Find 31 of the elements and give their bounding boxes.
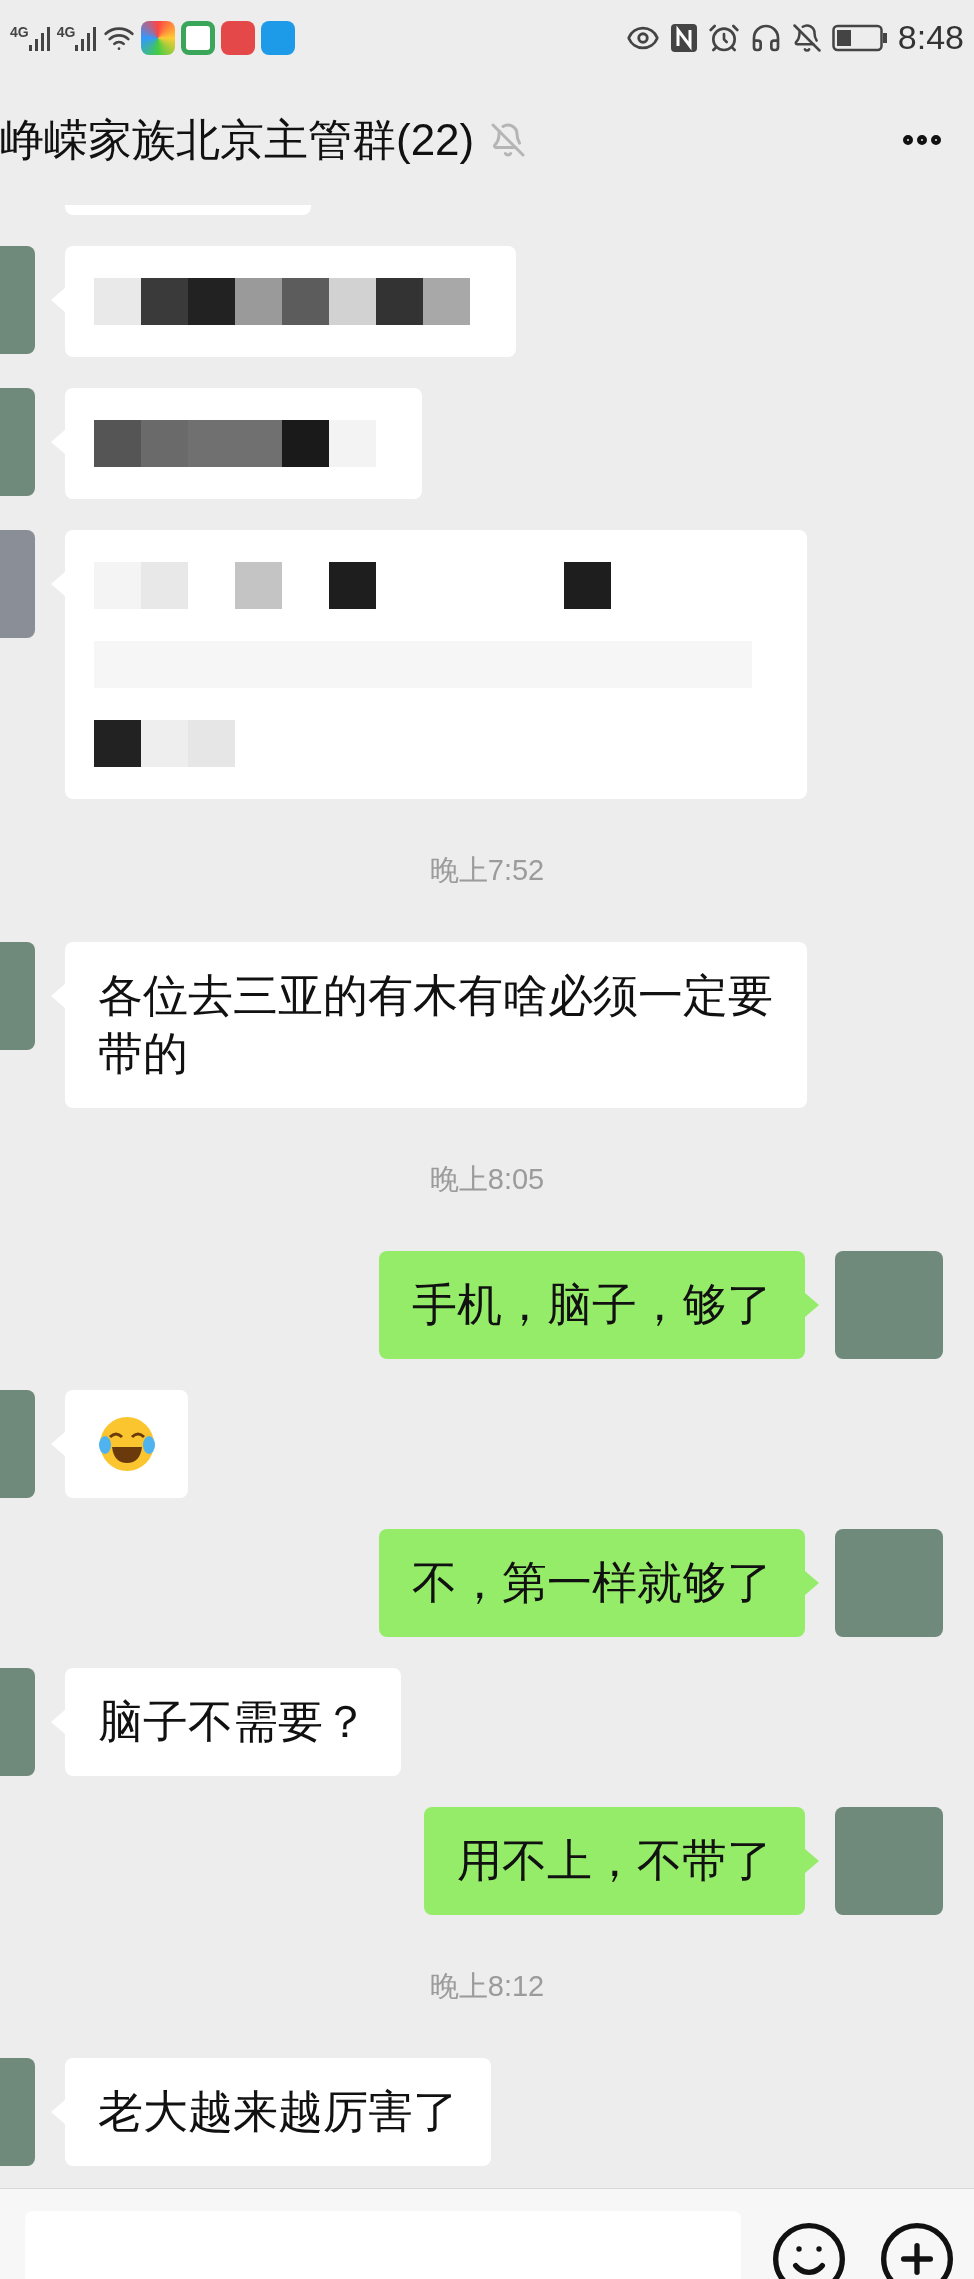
- bell-off-icon: [791, 22, 822, 53]
- bubble-tail: [805, 1849, 819, 1873]
- message-bubble[interactable]: 老大越来越厉害了: [65, 2058, 491, 2166]
- redacted-message-bubble[interactable]: [65, 246, 516, 357]
- timestamp: 晚上8:12: [429, 1968, 545, 2004]
- timestamp: 晚上8:05: [429, 1161, 545, 1197]
- bubble-tail: [805, 1571, 819, 1595]
- chat-title: 峥嵘家族北京主管群(22): [0, 114, 475, 166]
- laughing-emoji-icon: [97, 1415, 156, 1473]
- message-bubble[interactable]: 各位去三亚的有木有啥必须一定要带的: [65, 942, 807, 1108]
- network-type: 4G: [56, 24, 76, 39]
- message-bubble[interactable]: 不，第一样就够了: [379, 1529, 805, 1637]
- message-bubble[interactable]: 手机，脑子，够了: [379, 1251, 805, 1359]
- signal-icon: [75, 24, 98, 51]
- timestamp: 晚上7:52: [429, 852, 545, 888]
- battery-icon: [831, 23, 888, 52]
- avatar-photo[interactable]: [835, 1251, 943, 1359]
- nfc-icon: [669, 22, 698, 53]
- redacted-message-bubble[interactable]: [65, 530, 807, 799]
- app-icon: [181, 20, 216, 55]
- message-bubble[interactable]: 脑子不需要？: [65, 1668, 401, 1776]
- redacted-message-bubble[interactable]: [65, 388, 422, 499]
- message-bubble[interactable]: [65, 1390, 188, 1498]
- avatar-photo[interactable]: [835, 1807, 943, 1915]
- bubble-tail: [805, 1293, 819, 1317]
- network-type: 4G: [10, 24, 29, 39]
- message-bubble[interactable]: 用不上，不带了: [424, 1807, 805, 1915]
- app-icon: [141, 20, 176, 55]
- clock-time: 8:48: [897, 17, 964, 58]
- avatar-photo[interactable]: [835, 1529, 943, 1637]
- signal-icon: [28, 24, 51, 51]
